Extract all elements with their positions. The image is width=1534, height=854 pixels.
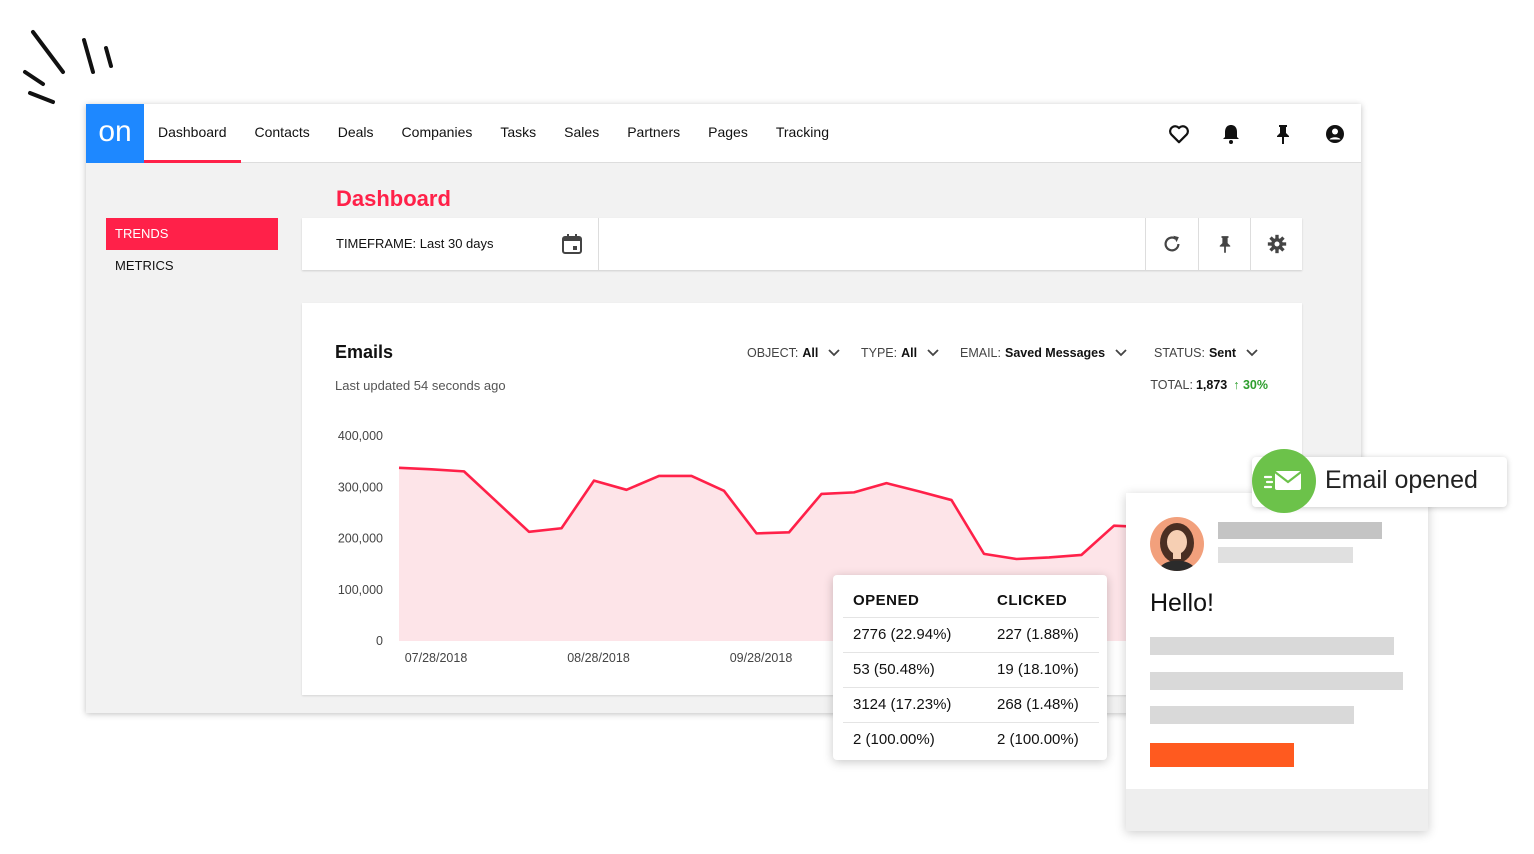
- text-line-placeholder: [1150, 706, 1354, 724]
- decorative-burst: [23, 30, 113, 104]
- timeframe-label[interactable]: TIMEFRAME: Last 30 days: [336, 218, 494, 270]
- text-line-placeholder: [1150, 672, 1403, 690]
- settings-button[interactable]: [1251, 218, 1303, 270]
- y-tick-label: 0: [376, 634, 383, 648]
- opened-cell: 2776 (22.94%): [843, 617, 987, 653]
- cta-button[interactable]: [1150, 743, 1294, 767]
- app-logo[interactable]: on: [86, 104, 144, 163]
- toast-text: Email opened: [1325, 466, 1478, 494]
- sender-name-placeholder: [1218, 522, 1382, 539]
- pin-icon[interactable]: [1257, 104, 1309, 163]
- email-stats-table: OPENED CLICKED 2776 (22.94%) 227 (1.88%)…: [843, 585, 1099, 757]
- opened-cell: 2 (100.00%): [853, 731, 935, 749]
- y-tick-label: 100,000: [338, 583, 383, 597]
- email-stats-popup: OPENED CLICKED 2776 (22.94%) 227 (1.88%)…: [833, 575, 1107, 760]
- toolbar-divider: [598, 218, 599, 270]
- nav-item-deals[interactable]: Deals: [324, 104, 388, 163]
- mail-fast-icon: [1264, 471, 1302, 490]
- clicked-cell: 2 (100.00%): [997, 731, 1079, 749]
- nav-menu: Dashboard Contacts Deals Companies Tasks…: [144, 104, 843, 163]
- nav-item-dashboard[interactable]: Dashboard: [144, 104, 241, 163]
- nav-item-tracking[interactable]: Tracking: [762, 104, 843, 163]
- x-tick-label: 08/28/2018: [567, 651, 630, 665]
- table-row: 2776 (22.94%) 227 (1.88%): [843, 617, 1099, 653]
- nav-item-tasks[interactable]: Tasks: [486, 104, 550, 163]
- refresh-icon: [1164, 235, 1180, 252]
- pin-button[interactable]: [1199, 218, 1251, 270]
- opened-cell: 53 (50.48%): [843, 652, 987, 688]
- nav-item-partners[interactable]: Partners: [613, 104, 694, 163]
- column-header-clicked: CLICKED: [987, 585, 1099, 618]
- bell-icon[interactable]: [1205, 104, 1257, 163]
- y-tick-label: 200,000: [338, 532, 383, 546]
- y-tick-label: 400,000: [338, 429, 383, 443]
- y-tick-label: 300,000: [338, 480, 383, 494]
- table-row: 2 (100.00%) 2 (100.00%): [843, 722, 1099, 757]
- nav-item-contacts[interactable]: Contacts: [241, 104, 324, 163]
- clicked-cell: 227 (1.88%): [987, 617, 1099, 653]
- sidebar: TRENDS METRICS: [106, 218, 278, 282]
- email-greeting: Hello!: [1150, 589, 1214, 617]
- x-tick-label: 07/28/2018: [405, 651, 468, 665]
- nav-item-pages[interactable]: Pages: [694, 104, 762, 163]
- sender-email-placeholder: [1218, 547, 1353, 563]
- column-header-opened: OPENED: [843, 585, 987, 618]
- table-row: 3124 (17.23%) 268 (1.48%): [843, 687, 1099, 723]
- email-preview-card: Hello!: [1126, 493, 1428, 831]
- pin-icon: [1219, 236, 1231, 253]
- dashboard-toolbar: TIMEFRAME: Last 30 days: [302, 218, 1302, 270]
- nav-item-sales[interactable]: Sales: [550, 104, 613, 163]
- opened-cell: 3124 (17.23%): [843, 687, 987, 723]
- nav-item-companies[interactable]: Companies: [388, 104, 487, 163]
- text-line-placeholder: [1150, 637, 1394, 655]
- clicked-cell: 268 (1.48%): [987, 687, 1099, 723]
- x-tick-label: 09/28/2018: [730, 651, 793, 665]
- email-sent-badge: [1252, 449, 1316, 513]
- refresh-button[interactable]: [1146, 218, 1198, 270]
- sidebar-item-metrics[interactable]: METRICS: [106, 250, 278, 282]
- page-title: Dashboard: [336, 186, 451, 211]
- calendar-icon[interactable]: [560, 232, 584, 256]
- table-row: 53 (50.48%) 19 (18.10%): [843, 652, 1099, 688]
- top-navigation: on Dashboard Contacts Deals Companies Ta…: [86, 104, 1361, 163]
- heart-icon[interactable]: [1153, 104, 1205, 163]
- settings-icon: [1267, 234, 1287, 254]
- user-account-icon[interactable]: [1309, 104, 1361, 163]
- email-footer: [1126, 789, 1428, 831]
- sidebar-item-trends[interactable]: TRENDS: [106, 218, 278, 250]
- nav-icons: [1153, 104, 1361, 163]
- avatar: [1150, 517, 1204, 571]
- clicked-cell: 19 (18.10%): [987, 652, 1099, 688]
